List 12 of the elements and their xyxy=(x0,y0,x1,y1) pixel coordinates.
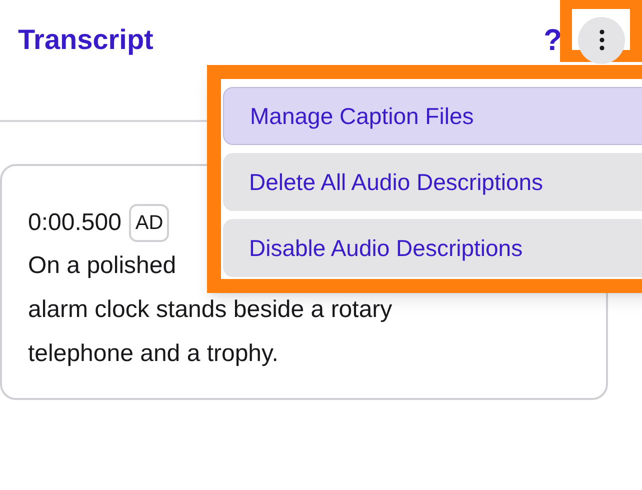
timestamp: 0:00.500 xyxy=(28,208,122,238)
more-options-button[interactable] xyxy=(578,16,625,64)
panel-title: Transcript xyxy=(18,23,154,57)
help-button[interactable]: ? xyxy=(544,18,562,62)
kebab-icon xyxy=(598,29,604,51)
menu-item[interactable]: Manage Caption Files xyxy=(223,87,642,145)
menu-item[interactable]: Disable Audio Descriptions xyxy=(223,219,642,277)
caption-line: On a polished xyxy=(28,251,176,281)
caption-line: alarm clock stands beside a rotary xyxy=(28,295,392,325)
menu-item[interactable]: Delete All Audio Descriptions xyxy=(223,153,642,211)
audio-description-badge: AD xyxy=(129,204,170,242)
caption-line: telephone and a trophy. xyxy=(28,339,278,369)
